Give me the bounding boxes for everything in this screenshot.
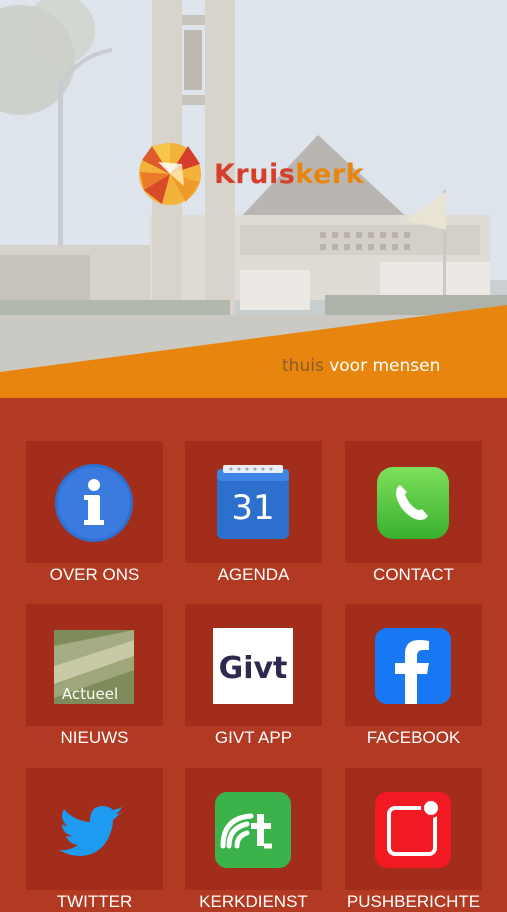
tile-label: PUSHBERICHTE — [346, 892, 481, 911]
tile-givt-app[interactable]: Givt GIVT APP — [185, 604, 322, 747]
header-banner: Kruiskerk thuis voor mensen — [0, 0, 507, 398]
tile-label: GIVT APP — [214, 728, 293, 747]
tile-over-ons[interactable]: OVER ONS — [26, 441, 163, 584]
svg-text:Actueel: Actueel — [62, 685, 118, 703]
tile-kerkdienst[interactable]: KERKDIENST — [185, 768, 322, 911]
tile-twitter[interactable]: TWITTER — [26, 768, 163, 911]
tagline: thuis voor mensen — [282, 356, 441, 376]
info-icon — [54, 463, 134, 543]
tile-label: NIEUWS — [60, 728, 129, 747]
news-icon: Actueel — [54, 626, 134, 706]
svg-text:31: 31 — [231, 488, 274, 528]
calendar-icon: 31 — [213, 463, 293, 543]
brand-name: Kruiskerk — [214, 158, 365, 190]
tile-agenda[interactable]: 31 AGENDA — [185, 441, 322, 584]
tile-nieuws[interactable]: Actueel NIEUWS — [26, 604, 163, 747]
tile-pushberichten[interactable]: PUSHBERICHTE — [345, 768, 482, 911]
tile-label: FACEBOOK — [366, 728, 461, 747]
tile-label: KERKDIENST — [199, 892, 308, 911]
tile-label: OVER ONS — [49, 565, 140, 584]
svg-text:Givt: Givt — [219, 651, 288, 686]
kruiskerk-logo: Kruiskerk — [138, 142, 364, 206]
facebook-icon — [373, 626, 453, 706]
menu-grid: OVER ONS 31 AGENDA CONTACT Actueel NIEUW… — [0, 398, 507, 911]
givt-icon: Givt — [213, 626, 293, 706]
push-notification-icon — [373, 790, 453, 870]
tile-label: CONTACT — [373, 565, 454, 584]
phone-icon — [373, 463, 453, 543]
tile-label: AGENDA — [217, 565, 290, 584]
kerkdienst-icon — [213, 790, 293, 870]
twitter-icon — [54, 790, 134, 870]
tile-contact[interactable]: CONTACT — [345, 441, 482, 584]
tile-label: TWITTER — [56, 892, 133, 911]
tile-facebook[interactable]: FACEBOOK — [345, 604, 482, 747]
kruiskerk-logo-icon — [139, 143, 201, 205]
